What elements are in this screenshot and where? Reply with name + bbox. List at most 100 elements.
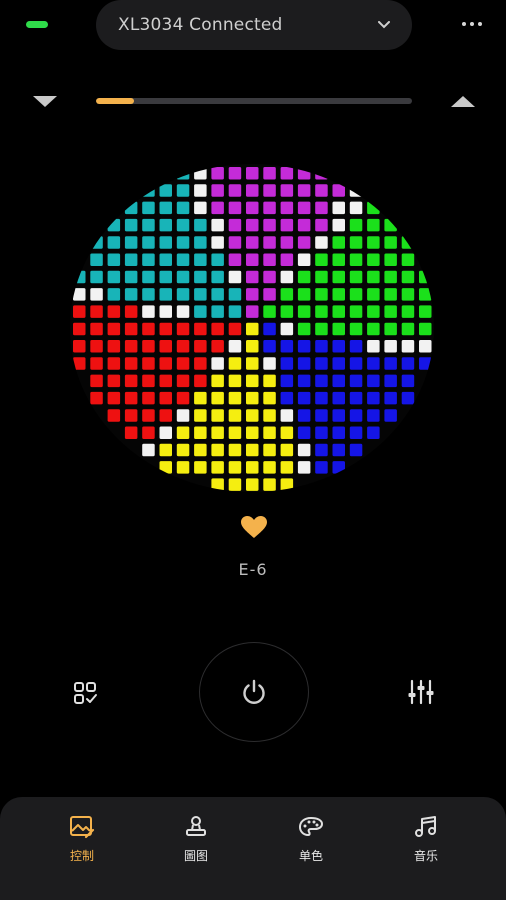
led-pixel <box>315 270 328 284</box>
led-pixel <box>419 357 432 370</box>
led-pixel <box>315 184 328 197</box>
music-icon <box>391 813 461 841</box>
led-pixel <box>176 253 190 266</box>
led-pixel <box>332 426 345 439</box>
led-pixel <box>280 340 294 353</box>
led-pixel <box>159 322 172 336</box>
led-pixel <box>107 374 121 388</box>
led-pixel <box>349 253 363 266</box>
led-pixel <box>142 426 155 439</box>
led-pixel <box>124 253 138 266</box>
led-pixel <box>280 167 294 180</box>
led-pixel <box>315 340 328 353</box>
led-pixel <box>159 305 172 318</box>
led-pixel <box>401 288 415 301</box>
led-pixel <box>228 391 242 405</box>
led-pixel <box>228 270 242 284</box>
led-pixel <box>159 288 172 301</box>
led-pixel <box>401 305 415 318</box>
device-selector[interactable]: XL3034 Connected <box>96 0 412 50</box>
led-pixel <box>280 357 294 370</box>
led-pixel <box>246 288 259 301</box>
led-pixel <box>90 236 103 249</box>
led-pixel <box>367 322 380 336</box>
led-pixel <box>332 253 345 266</box>
led-pixel <box>142 270 155 284</box>
device-label: XL3034 Connected <box>118 15 283 35</box>
led-pixel <box>332 270 345 284</box>
led-pixel <box>176 443 190 457</box>
led-pixel <box>73 322 86 336</box>
led-pixel <box>176 357 190 370</box>
led-pixel <box>246 426 259 439</box>
led-pixel <box>332 305 345 318</box>
led-pixel <box>263 461 276 474</box>
led-pixel <box>194 218 207 232</box>
led-pixel <box>246 461 259 474</box>
led-pixel <box>142 374 155 388</box>
led-pixel <box>367 288 380 301</box>
tab-pattern[interactable]: 圖图 <box>161 813 231 864</box>
led-pixel <box>107 236 121 249</box>
grid-select-icon[interactable] <box>72 680 100 706</box>
led-pixel <box>332 391 345 405</box>
led-pixel <box>159 270 172 284</box>
led-pixel <box>401 374 415 388</box>
brightness-slider[interactable] <box>96 98 412 104</box>
led-pixel <box>332 443 345 457</box>
led-pixel <box>297 236 311 249</box>
sliders-icon[interactable] <box>406 678 436 706</box>
tab-mono-color[interactable]: 单色 <box>276 813 346 864</box>
led-pixel <box>211 374 224 388</box>
led-pixel <box>194 461 207 474</box>
led-pixel <box>332 322 345 336</box>
led-pixel <box>228 201 242 215</box>
led-pixel <box>401 270 415 284</box>
led-pixel <box>228 322 242 336</box>
led-pixel <box>401 236 415 249</box>
led-pixel <box>159 184 172 197</box>
led-pixel <box>124 201 138 215</box>
led-pixel <box>176 236 190 249</box>
power-button[interactable] <box>199 642 309 742</box>
more-options-icon[interactable] <box>460 17 484 31</box>
led-pixel <box>401 357 415 370</box>
led-pixel <box>124 288 138 301</box>
tab-label: 控制 <box>69 849 94 863</box>
led-pixel <box>176 201 190 215</box>
led-pixel <box>176 461 190 474</box>
led-pixel <box>384 236 397 249</box>
led-pixel <box>73 288 86 301</box>
tab-label: 单色 <box>298 849 323 863</box>
led-pixel <box>159 340 172 353</box>
led-pixel <box>107 270 121 284</box>
led-pixel <box>90 288 103 301</box>
led-pixel <box>142 201 155 215</box>
led-pixel <box>332 184 345 197</box>
brightness-down-button[interactable] <box>33 96 57 107</box>
led-pixel <box>142 443 155 457</box>
led-pixel <box>246 218 259 232</box>
led-pixel <box>211 391 224 405</box>
led-pixel <box>90 374 103 388</box>
led-pixel <box>263 218 276 232</box>
led-pixel <box>228 443 242 457</box>
led-pixel <box>194 374 207 388</box>
favorite-heart-icon[interactable] <box>240 515 268 539</box>
tab-music[interactable]: 音乐 <box>391 813 461 864</box>
tab-control[interactable]: 控制 <box>47 813 117 864</box>
led-pixel <box>419 340 432 353</box>
led-pixel <box>176 426 190 439</box>
led-pixel <box>194 288 207 301</box>
led-pixel <box>73 270 86 284</box>
led-pixel <box>246 253 259 266</box>
led-pixel <box>297 305 311 318</box>
led-pixel <box>176 270 190 284</box>
led-pixel <box>297 270 311 284</box>
brightness-up-button[interactable] <box>451 96 475 107</box>
led-pixel <box>280 218 294 232</box>
led-pixel <box>142 357 155 370</box>
led-pixel <box>280 426 294 439</box>
led-pixel <box>419 305 432 318</box>
led-pixel <box>384 270 397 284</box>
